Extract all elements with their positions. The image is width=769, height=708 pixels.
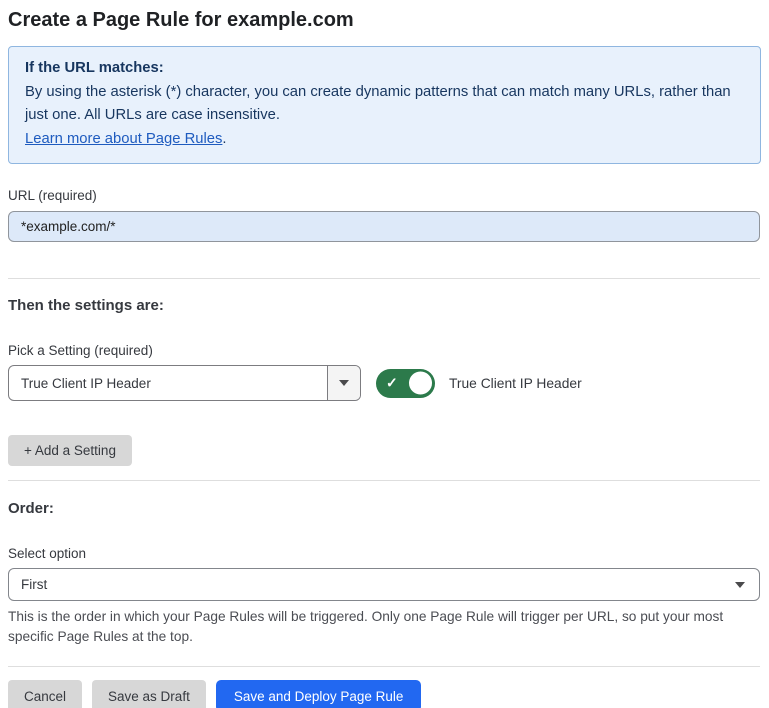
order-select-value: First <box>21 577 47 592</box>
order-select-label: Select option <box>8 545 761 563</box>
page-title: Create a Page Rule for example.com <box>8 6 761 34</box>
check-icon: ✓ <box>386 376 398 390</box>
info-box-link-line: Learn more about Page Rules. <box>25 128 744 152</box>
url-input[interactable] <box>8 211 760 242</box>
chevron-down-icon <box>339 380 349 386</box>
url-match-info-box: If the URL matches: By using the asteris… <box>8 46 761 164</box>
settings-section-heading: Then the settings are: <box>8 296 761 316</box>
link-period: . <box>222 131 226 147</box>
add-setting-button[interactable]: + Add a Setting <box>8 435 132 466</box>
order-section-heading: Order: <box>8 499 761 519</box>
divider <box>8 666 760 667</box>
learn-more-link[interactable]: Learn more about Page Rules <box>25 131 222 147</box>
create-page-rule-form: Create a Page Rule for example.com If th… <box>0 0 769 708</box>
pick-setting-label: Pick a Setting (required) <box>8 342 761 360</box>
chevron-down-icon <box>735 582 745 588</box>
order-help-text: This is the order in which your Page Rul… <box>8 607 760 646</box>
order-select[interactable]: First <box>8 568 760 601</box>
setting-select-value: True Client IP Header <box>9 366 327 400</box>
url-field-label: URL (required) <box>8 187 761 205</box>
true-client-ip-toggle[interactable]: ✓ <box>376 369 435 398</box>
divider <box>8 480 760 481</box>
save-and-deploy-button[interactable]: Save and Deploy Page Rule <box>216 680 422 708</box>
toggle-knob <box>407 370 434 397</box>
divider <box>8 278 760 279</box>
cancel-button[interactable]: Cancel <box>8 680 82 708</box>
footer-actions: Cancel Save as Draft Save and Deploy Pag… <box>8 680 761 708</box>
save-as-draft-button[interactable]: Save as Draft <box>92 680 206 708</box>
info-box-heading: If the URL matches: <box>25 57 744 81</box>
setting-select-arrow-button[interactable] <box>327 366 360 400</box>
toggle-label: True Client IP Header <box>449 376 582 391</box>
setting-select[interactable]: True Client IP Header <box>8 365 361 401</box>
setting-row: True Client IP Header ✓ True Client IP H… <box>8 365 761 401</box>
info-box-body: By using the asterisk (*) character, you… <box>25 81 731 128</box>
